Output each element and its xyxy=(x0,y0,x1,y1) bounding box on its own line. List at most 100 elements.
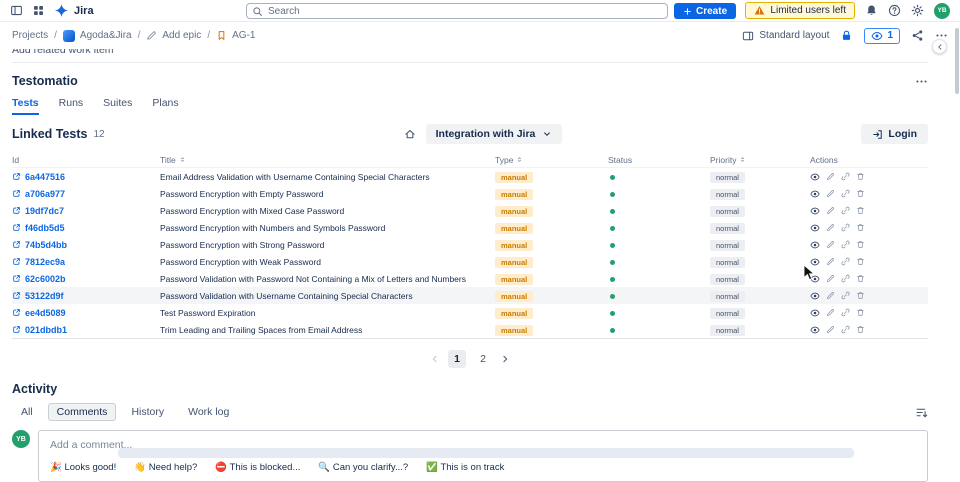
page-button-1[interactable]: 1 xyxy=(448,350,466,368)
tab-suites[interactable]: Suites xyxy=(103,97,132,115)
delete-icon[interactable] xyxy=(856,274,865,283)
tab-plans[interactable]: Plans xyxy=(152,97,178,115)
home-icon[interactable] xyxy=(404,128,416,140)
view-icon[interactable] xyxy=(810,291,820,301)
table-row[interactable]: 53122d9f Password Validation with Userna… xyxy=(12,287,928,304)
notifications-icon[interactable] xyxy=(865,4,878,17)
view-icon[interactable] xyxy=(810,172,820,182)
column-header-priority[interactable]: Priority xyxy=(710,155,810,165)
add-related-work-item-text[interactable]: Add related work item xyxy=(12,49,928,56)
test-id-link[interactable]: 62c6002b xyxy=(25,274,66,284)
unlink-icon[interactable] xyxy=(841,274,850,283)
view-icon[interactable] xyxy=(810,189,820,199)
delete-icon[interactable] xyxy=(856,308,865,317)
quick-reply-looks-good[interactable]: 🎉 Looks good! xyxy=(50,462,116,473)
view-icon[interactable] xyxy=(810,308,820,318)
unlink-icon[interactable] xyxy=(841,172,850,181)
edit-icon[interactable] xyxy=(826,172,835,181)
test-id-link[interactable]: ee4d5089 xyxy=(25,308,66,318)
test-id-link[interactable]: a706a977 xyxy=(25,189,65,199)
quick-reply-need-help[interactable]: 👋 Need help? xyxy=(134,462,197,473)
delete-icon[interactable] xyxy=(856,206,865,215)
unlink-icon[interactable] xyxy=(841,189,850,198)
test-id-link[interactable]: 74b5d4bb xyxy=(25,240,67,250)
vertical-scrollbar[interactable] xyxy=(955,28,959,94)
help-icon[interactable] xyxy=(888,4,901,17)
view-icon[interactable] xyxy=(810,206,820,216)
view-icon[interactable] xyxy=(810,274,820,284)
breadcrumb-issue-key[interactable]: AG-1 xyxy=(216,30,255,41)
edit-icon[interactable] xyxy=(826,189,835,198)
column-header-title[interactable]: Title xyxy=(160,155,495,165)
quick-reply-blocked[interactable]: ⛔ This is blocked... xyxy=(215,462,300,473)
view-icon[interactable] xyxy=(810,325,820,335)
unlink-icon[interactable] xyxy=(841,308,850,317)
breadcrumb-projects[interactable]: Projects xyxy=(12,30,48,41)
tab-runs[interactable]: Runs xyxy=(59,97,84,115)
page-button-2[interactable]: 2 xyxy=(474,350,492,368)
unlink-icon[interactable] xyxy=(841,325,850,334)
activity-tab-all[interactable]: All xyxy=(12,403,42,421)
settings-icon[interactable] xyxy=(911,4,924,17)
activity-tab-worklog[interactable]: Work log xyxy=(179,403,238,421)
previous-page-icon[interactable] xyxy=(430,354,440,364)
limited-users-button[interactable]: Limited users left xyxy=(745,2,855,19)
delete-icon[interactable] xyxy=(856,325,865,334)
table-row[interactable]: 021dbdb1 Trim Leading and Trailing Space… xyxy=(12,321,928,338)
quick-reply-clarify[interactable]: 🔍 Can you clarify...? xyxy=(318,462,408,473)
standard-layout-button[interactable]: Standard layout xyxy=(742,30,829,42)
table-row[interactable]: 74b5d4bb Password Encryption with Strong… xyxy=(12,236,928,253)
edit-icon[interactable] xyxy=(826,274,835,283)
app-switcher-icon[interactable] xyxy=(32,4,45,17)
table-row[interactable]: f46db5d5 Password Encryption with Number… xyxy=(12,219,928,236)
sort-newest-first-icon[interactable] xyxy=(915,406,928,419)
user-avatar[interactable]: YB xyxy=(934,2,950,19)
table-row[interactable]: 19df7dc7 Password Encryption with Mixed … xyxy=(12,202,928,219)
test-id-link[interactable]: 7812ec9a xyxy=(25,257,65,267)
integration-dropdown[interactable]: Integration with Jira xyxy=(425,124,563,144)
login-button[interactable]: Login xyxy=(861,124,928,144)
view-icon[interactable] xyxy=(810,223,820,233)
edit-icon[interactable] xyxy=(826,206,835,215)
sidebar-toggle-icon[interactable] xyxy=(10,4,23,17)
view-icon[interactable] xyxy=(810,240,820,250)
table-row[interactable]: 62c6002b Password Validation with Passwo… xyxy=(12,270,928,287)
jira-logo[interactable]: Jira xyxy=(54,3,94,18)
view-icon[interactable] xyxy=(810,257,820,267)
test-id-link[interactable]: 53122d9f xyxy=(25,291,64,301)
test-id-link[interactable]: f46db5d5 xyxy=(25,223,65,233)
delete-icon[interactable] xyxy=(856,257,865,266)
delete-icon[interactable] xyxy=(856,189,865,198)
table-row[interactable]: ee4d5089 Test Password Expiration manual… xyxy=(12,304,928,321)
watch-button[interactable]: 1 xyxy=(864,27,900,44)
delete-icon[interactable] xyxy=(856,240,865,249)
panel-more-icon[interactable] xyxy=(915,75,928,88)
test-id-link[interactable]: 19df7dc7 xyxy=(25,206,64,216)
table-row[interactable]: 6a447516 Email Address Validation with U… xyxy=(12,168,928,185)
quick-reply-on-track[interactable]: ✅ This is on track xyxy=(426,462,504,473)
search-input[interactable] xyxy=(246,3,668,19)
delete-icon[interactable] xyxy=(856,172,865,181)
unlink-icon[interactable] xyxy=(841,240,850,249)
panel-collapse-button[interactable] xyxy=(932,39,947,54)
column-header-type[interactable]: Type xyxy=(495,155,608,165)
delete-icon[interactable] xyxy=(856,291,865,300)
edit-icon[interactable] xyxy=(826,240,835,249)
unlink-icon[interactable] xyxy=(841,291,850,300)
test-id-link[interactable]: 6a447516 xyxy=(25,172,65,182)
edit-icon[interactable] xyxy=(826,291,835,300)
activity-tab-history[interactable]: History xyxy=(122,403,173,421)
table-row[interactable]: a706a977 Password Encryption with Empty … xyxy=(12,185,928,202)
edit-icon[interactable] xyxy=(826,257,835,266)
next-page-icon[interactable] xyxy=(500,354,510,364)
activity-tab-comments[interactable]: Comments xyxy=(47,403,117,421)
tab-tests[interactable]: Tests xyxy=(12,97,39,115)
edit-icon[interactable] xyxy=(826,325,835,334)
unlink-icon[interactable] xyxy=(841,206,850,215)
breadcrumb-add-epic[interactable]: Add epic xyxy=(146,30,201,41)
share-icon[interactable] xyxy=(911,29,924,42)
create-button[interactable]: Create xyxy=(674,3,737,19)
test-id-link[interactable]: 021dbdb1 xyxy=(25,325,67,335)
table-row[interactable]: 7812ec9a Password Encryption with Weak P… xyxy=(12,253,928,270)
edit-icon[interactable] xyxy=(826,308,835,317)
